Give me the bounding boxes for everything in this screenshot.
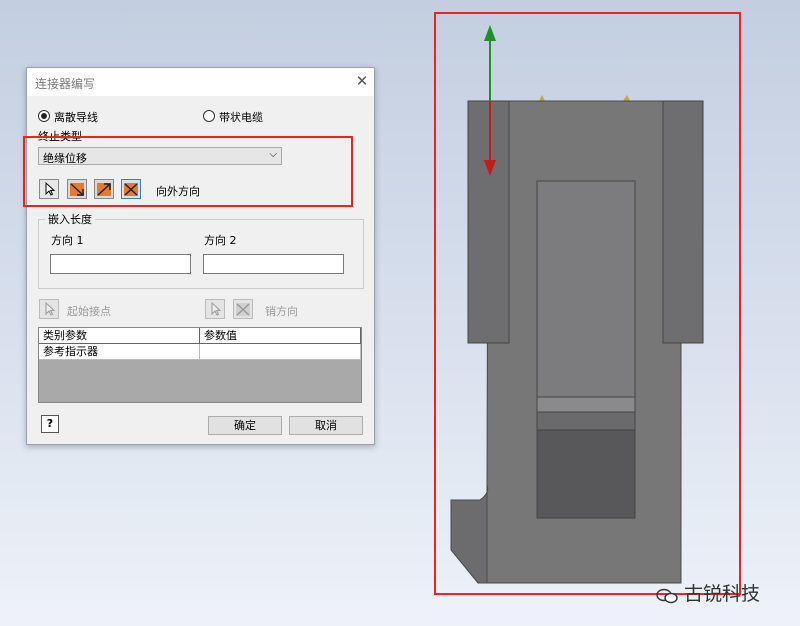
reverse-direction-icon bbox=[236, 303, 250, 316]
connector-authoring-dialog: 连接器编写 ✕ 离散导线 带状电缆 终止类型 绝缘位移 ⌵ 向外方向 嵌入长度 … bbox=[23, 67, 375, 445]
table-cell-reference-designator[interactable]: 参考指示器 bbox=[39, 344, 200, 360]
start-pin-label: 起始接点 bbox=[67, 305, 111, 318]
dialog-titlebar[interactable]: 连接器编写 ✕ bbox=[27, 68, 374, 96]
radio-checked-icon[interactable] bbox=[38, 110, 50, 122]
reverse-direction-label: 销方向 bbox=[265, 305, 298, 318]
radio-unchecked-icon[interactable] bbox=[203, 110, 215, 122]
cancel-button[interactable]: 取消 bbox=[289, 416, 363, 435]
radio-ribbon-label: 带状电缆 bbox=[219, 111, 263, 124]
table-header-category[interactable]: 类别参数 bbox=[39, 328, 200, 344]
watermark: 古锐科技 bbox=[656, 579, 760, 606]
direction2-label: 方向 2 bbox=[204, 234, 237, 247]
parameter-table: 类别参数 参数值 参考指示器 bbox=[38, 327, 362, 403]
wechat-icon bbox=[656, 587, 678, 603]
direction2-input[interactable] bbox=[203, 254, 344, 274]
dialog-title: 连接器编写 bbox=[35, 77, 96, 91]
reverse-direction-button[interactable] bbox=[233, 299, 253, 319]
direction1-label: 方向 1 bbox=[51, 234, 84, 247]
pick-pin-button[interactable] bbox=[205, 299, 225, 319]
embed-length-label: 嵌入长度 bbox=[45, 211, 95, 227]
radio-discrete-label: 离散导线 bbox=[54, 111, 98, 124]
cursor-arrow-icon bbox=[45, 301, 56, 316]
table-header-value[interactable]: 参数值 bbox=[200, 328, 361, 344]
highlight-frame-termination bbox=[23, 136, 353, 207]
cursor-arrow-icon bbox=[211, 301, 222, 316]
close-icon[interactable]: ✕ bbox=[353, 72, 371, 90]
table-cell-reference-value[interactable] bbox=[200, 344, 361, 360]
highlight-frame-model bbox=[434, 12, 741, 595]
start-pin-button[interactable] bbox=[39, 299, 59, 319]
direction1-input[interactable] bbox=[50, 254, 191, 274]
help-icon[interactable]: ? bbox=[41, 415, 59, 433]
ok-button[interactable]: 确定 bbox=[208, 416, 282, 435]
watermark-text: 古锐科技 bbox=[684, 583, 761, 605]
